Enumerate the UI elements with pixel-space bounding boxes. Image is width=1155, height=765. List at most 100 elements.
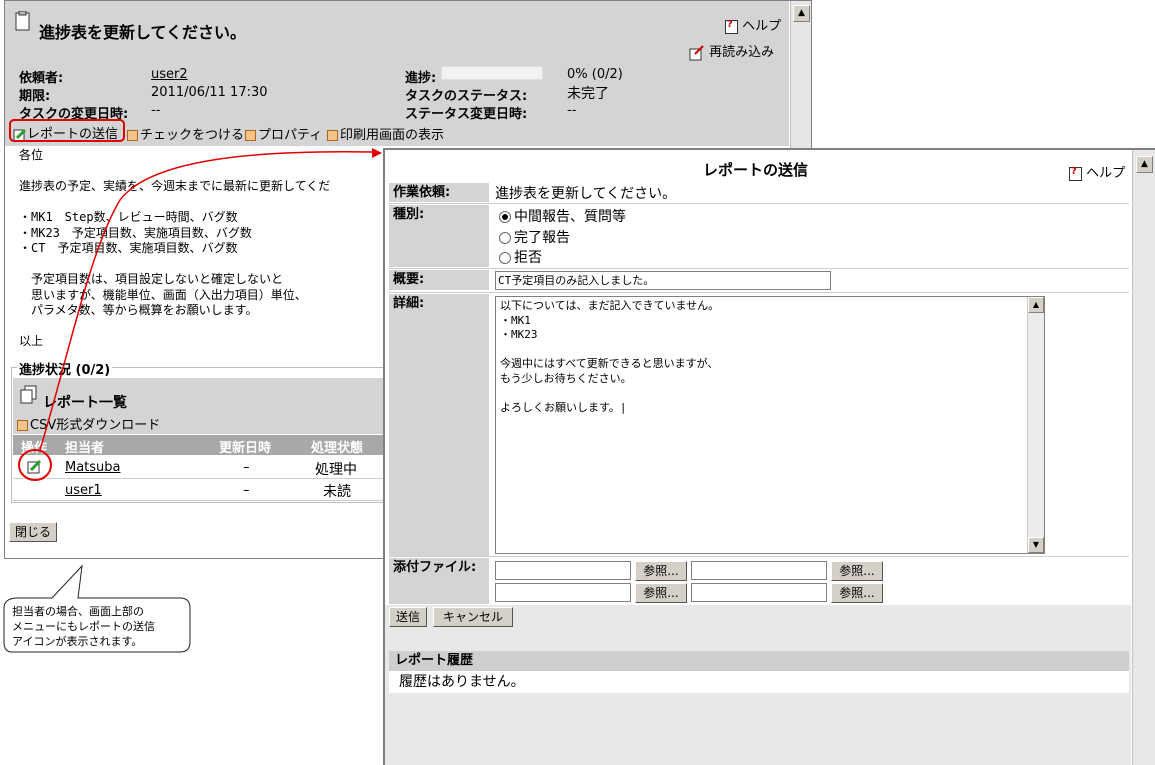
menu-property[interactable]: プロパティ <box>245 124 322 143</box>
detail-scrollbar[interactable]: ▲ ▼ <box>1027 297 1044 553</box>
status-changed-label: ステータス変更日時: <box>405 107 528 122</box>
status-changed-value: -- <box>567 103 577 118</box>
bullet-square-icon <box>17 420 28 431</box>
type-option-reject[interactable]: 拒否 <box>499 247 542 267</box>
summary-label: 概要: <box>389 270 489 290</box>
col-updated: 更新日時 <box>219 441 272 456</box>
row-state: 未読 <box>323 484 351 500</box>
report-list-icon <box>20 385 37 404</box>
callout-line: アイコンが表示されます。 <box>12 635 143 648</box>
assignee-link[interactable]: Matsuba <box>65 460 121 475</box>
browse-button[interactable]: 参照... <box>831 561 883 581</box>
detail-label: 詳細: <box>389 294 489 556</box>
bullet-square-icon <box>245 130 256 141</box>
scroll-up-arrow[interactable]: ▲ <box>793 5 810 22</box>
pencil-note-icon <box>13 128 27 141</box>
menu-check[interactable]: チェックをつける <box>127 124 244 143</box>
row-updated: – <box>243 460 250 475</box>
task-changed-value: -- <box>151 103 161 118</box>
row-state: 処理中 <box>315 462 357 478</box>
type-option-complete[interactable]: 完了報告 <box>499 227 570 247</box>
scroll-up-arrow[interactable]: ▲ <box>1136 156 1153 173</box>
requester-link[interactable]: user2 <box>151 67 188 82</box>
summary-input[interactable]: CT予定項目のみ記入しました。 <box>495 271 831 290</box>
attach-label: 添付ファイル: <box>389 558 489 604</box>
menu-property-label: プロパティ <box>258 128 323 143</box>
detail-text: 以下については、まだ記入できていません。 ・MK1 ・MK23 今週中にはすべて… <box>500 299 720 414</box>
menu-print[interactable]: 印刷用画面の表示 <box>327 124 444 143</box>
scroll-down-arrow[interactable]: ▼ <box>1028 537 1044 553</box>
radio-checked-icon <box>499 211 511 223</box>
history-title: レポート履歴 <box>389 651 1129 671</box>
menu-print-label: 印刷用画面の表示 <box>340 128 445 143</box>
divider <box>389 268 1129 269</box>
reload-icon <box>689 44 704 60</box>
reload-link[interactable]: 再読み込み <box>689 41 774 61</box>
progress-text: 0% (0/2) <box>567 67 623 82</box>
dialog-title: レポートの送信 <box>703 161 809 179</box>
csv-download-label: CSV形式ダウンロード <box>30 418 161 433</box>
reload-label: 再読み込み <box>709 45 775 60</box>
deadline-label: 期限: <box>19 89 51 104</box>
deadline-value: 2011/06/11 17:30 <box>151 85 268 100</box>
file-input[interactable] <box>691 561 827 580</box>
help-label: ヘルプ <box>742 19 782 34</box>
status-value: 未完了 <box>567 86 609 102</box>
bullet-square-icon <box>127 130 138 141</box>
type-option-interim[interactable]: 中間報告、質問等 <box>499 206 626 226</box>
row-updated: – <box>243 483 250 498</box>
file-input[interactable] <box>495 583 631 602</box>
col-state: 処理状態 <box>311 441 364 456</box>
status-label: タスクのステータス: <box>405 89 528 104</box>
browse-button[interactable]: 参照... <box>635 583 687 603</box>
task-header: 進捗表を更新してください。 ヘルプ 再読み込み 依頼者: user2 期限: 2… <box>5 1 789 146</box>
pencil-note-icon[interactable] <box>27 459 43 475</box>
callout-line: 担当者の場合、画面上部の <box>12 605 144 618</box>
report-list-title: レポート一覧 <box>43 395 127 411</box>
radio-icon <box>499 232 511 244</box>
send-button[interactable]: 送信 <box>389 607 427 627</box>
cancel-button[interactable]: キャンセル <box>433 607 513 627</box>
dialog-scrollbar[interactable]: ▲ <box>1132 150 1155 765</box>
type-option-label: 完了報告 <box>514 230 570 246</box>
assignee-link[interactable]: user1 <box>65 483 102 498</box>
dialog-help-link[interactable]: ヘルプ <box>1069 162 1125 181</box>
menu-check-label: チェックをつける <box>140 128 245 143</box>
history-empty: 履歴はありません。 <box>389 671 1129 693</box>
detail-textarea[interactable]: 以下については、まだ記入できていません。 ・MK1 ・MK23 今週中にはすべて… <box>495 296 1045 554</box>
col-assignee: 担当者 <box>65 441 105 456</box>
help-link[interactable]: ヘルプ <box>725 15 781 34</box>
task-body: 各位 進捗表の予定、実績を、今週末までに最新に更新してくだ ・MK1 Step数… <box>19 148 331 348</box>
type-label: 種別: <box>389 205 489 267</box>
divider <box>389 556 1129 557</box>
callout-line: メニューにもレポートの送信 <box>12 620 155 633</box>
task-label: 作業依頼: <box>389 183 489 202</box>
csv-download-link[interactable]: CSV形式ダウンロード <box>17 414 160 433</box>
browse-button[interactable]: 参照... <box>635 561 687 581</box>
bullet-square-icon <box>327 130 338 141</box>
page-title: 進捗表を更新してください。 <box>39 23 247 42</box>
help-icon <box>1069 166 1082 181</box>
browse-button[interactable]: 参照... <box>831 583 883 603</box>
file-input[interactable] <box>495 561 631 580</box>
document-icon <box>15 11 30 31</box>
type-option-label: 拒否 <box>514 250 542 266</box>
progress-label: 進捗: <box>405 71 437 86</box>
callout-text: 担当者の場合、画面上部の メニューにもレポートの送信 アイコンが表示されます。 <box>12 604 155 649</box>
type-option-label: 中間報告、質問等 <box>514 209 626 225</box>
menu-send-report-label: レポートの送信 <box>27 127 119 142</box>
divider <box>389 292 1129 293</box>
progress-section-title: 進捗状況 (0/2) <box>17 359 113 378</box>
progress-bar <box>441 66 543 80</box>
task-value: 進捗表を更新してください。 <box>495 186 677 202</box>
task-changed-label: タスクの変更日時: <box>19 107 129 122</box>
file-input[interactable] <box>691 583 827 602</box>
menu-send-report[interactable]: レポートの送信 <box>13 123 118 142</box>
scroll-up-arrow[interactable]: ▲ <box>1028 297 1044 313</box>
requester-label: 依頼者: <box>19 71 64 86</box>
close-button[interactable]: 閉じる <box>9 522 57 542</box>
send-report-dialog: レポートの送信 ヘルプ 作業依頼: 進捗表を更新してください。 種別: 中間報告… <box>383 148 1155 765</box>
divider <box>389 203 1129 204</box>
help-icon <box>725 19 738 34</box>
col-action: 操作 <box>21 441 48 456</box>
